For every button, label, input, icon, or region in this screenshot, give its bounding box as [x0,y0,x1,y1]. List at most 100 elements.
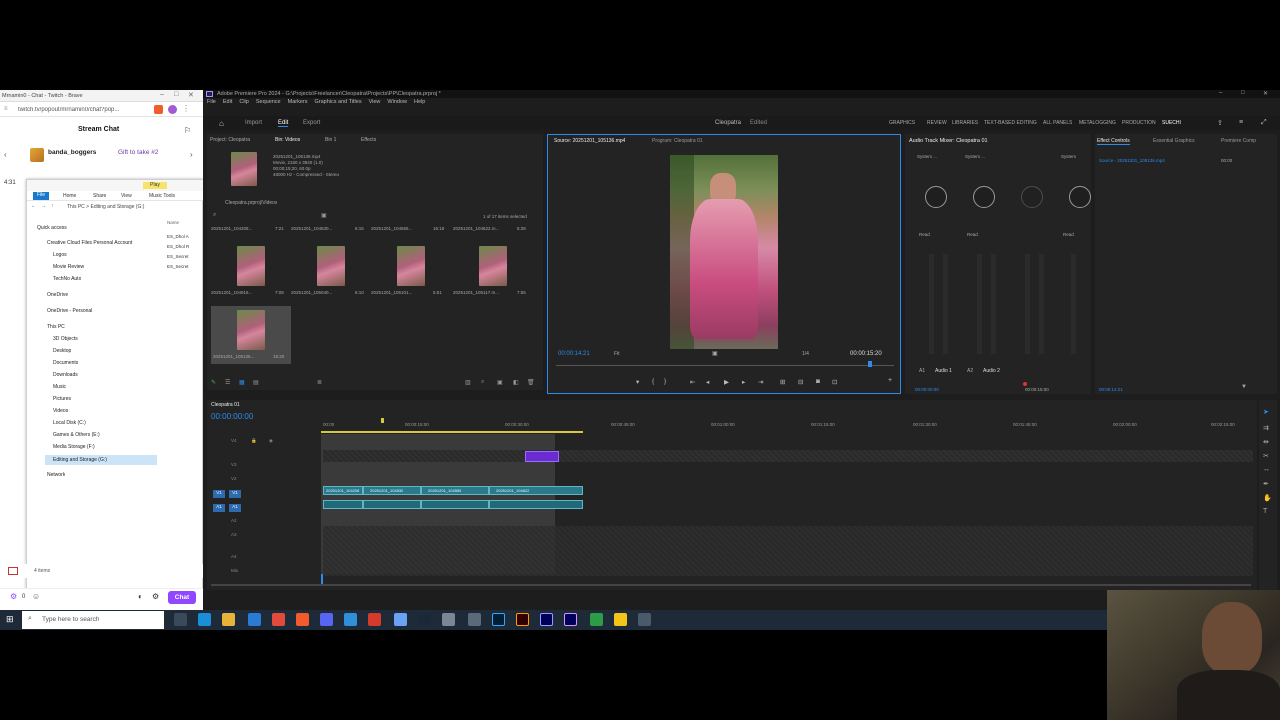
razor-tool-icon[interactable]: ✂ [1263,452,1269,460]
chevron-left-icon[interactable]: ‹ [4,150,7,159]
file-item[interactable]: ES_Dhol R [167,244,189,249]
go-to-in-icon[interactable]: ⇤ [690,378,695,386]
search-icon[interactable]: ⌕ [213,212,216,219]
maximize-icon[interactable]: □ [174,91,178,98]
start-icon[interactable]: ⊞ [6,614,14,625]
source-playhead[interactable] [868,361,872,367]
chat-send-button[interactable]: Chat [168,591,196,604]
mixer-channel[interactable]: System ... [917,154,937,159]
track-v3[interactable]: V3 [231,462,237,467]
play-tab[interactable]: Play [143,182,167,189]
bin-item-name[interactable]: 20251201_104622.m... [453,226,527,231]
nav-item[interactable]: Network [47,472,65,478]
track-a4[interactable]: A4 [231,554,237,559]
nav-item[interactable]: TechNo Auto [53,276,81,282]
type-tool-icon[interactable]: T [1263,508,1267,515]
menu-edit[interactable]: Edit [223,99,232,105]
nav-item[interactable]: 3D Objects [53,336,78,342]
add-marker-icon[interactable]: ▾ [636,378,639,386]
nav-item[interactable]: Pictures [53,396,71,402]
bin-item-name[interactable]: 20251201_105040... [291,290,351,295]
fullscreen-icon[interactable]: ⤢ [1261,119,1267,127]
workspace-text-editing[interactable]: TEXT-BASED EDITING [984,120,1037,126]
export-frame-icon[interactable]: ◙ [816,378,820,385]
menu-graphics[interactable]: Graphics and Titles [315,99,362,105]
bin-item-name[interactable]: 20251201_105117.m... [453,290,513,295]
app-icon[interactable] [394,613,407,626]
video-clip[interactable]: 20251201_104555 [421,486,489,495]
automate-icon[interactable]: ▥ [465,379,471,386]
menu-clip[interactable]: Clip [239,99,248,105]
tab-effect-controls[interactable]: Effect Controls [1097,138,1130,145]
nav-item[interactable]: Local Disk (C:) [53,420,86,426]
store-icon[interactable] [248,613,261,626]
bin-item-thumb[interactable] [237,246,265,286]
new-item-icon[interactable]: ◧ [513,379,519,386]
workspace-review[interactable]: REVIEW [927,120,947,126]
add-button-icon[interactable]: + [888,377,892,384]
timeline-timecode[interactable]: 00:00:00:00 [211,412,253,421]
forward-arrow-icon[interactable]: → [41,203,46,209]
chrome-icon[interactable] [272,613,285,626]
audio-clip[interactable] [323,500,363,509]
menu-window[interactable]: Window [387,99,407,105]
audio-clip[interactable] [489,500,583,509]
track-a1[interactable]: A1 [229,504,241,512]
minimize-icon[interactable]: – [160,91,164,98]
pan-knob[interactable] [925,186,947,208]
panel-menu-icon[interactable]: ≡ [1239,119,1243,126]
step-forward-icon[interactable]: ▸ [742,378,745,386]
emote-icon[interactable]: ☺ [32,592,40,601]
automation-mode[interactable]: Read [1063,232,1074,237]
bin-item-thumb[interactable] [317,246,345,286]
bin-item-name[interactable]: 20251201_104208... [211,226,285,231]
up-arrow-icon[interactable]: ↑ [51,203,54,209]
close-icon[interactable]: ✕ [1263,90,1268,97]
effect-source[interactable]: Source - 20251201_105136.mp4 [1099,158,1199,163]
home-icon[interactable]: ⌂ [219,119,224,128]
pan-knob[interactable] [1069,186,1091,208]
track-v4[interactable]: V4 [231,438,237,443]
tab-premiere-comp[interactable]: Premiere Comp [1221,138,1256,144]
bits-icon[interactable]: ⚙ [10,592,17,601]
users-icon[interactable]: ⚐ [184,126,191,135]
workspace-metalogging[interactable]: METALOGGING [1079,120,1116,126]
source-scrubber[interactable] [556,365,894,366]
menu-view[interactable]: View [369,99,381,105]
nav-item[interactable]: Desktop [53,348,71,354]
file-item[interactable]: ES_Secret [167,264,189,269]
work-area-bar[interactable] [321,431,583,433]
pan-knob[interactable] [973,186,995,208]
bin-item-name[interactable]: 20251201_105136... [213,354,265,359]
tab-import[interactable]: Import [245,120,262,126]
pencil-icon[interactable]: ✎ [211,379,216,386]
automation-mode[interactable]: Read [919,232,930,237]
mixer-channel[interactable]: System ... [965,154,985,159]
new-bin-footer-icon[interactable]: ▣ [497,379,503,386]
tab-file[interactable]: File [33,192,49,200]
nav-item[interactable]: Media Storage (F:) [53,444,95,450]
play-icon[interactable]: ▶ [724,378,729,386]
tab-share[interactable]: Share [93,193,106,199]
selection-tool-icon[interactable]: ➤ [1263,408,1269,416]
hand-tool-icon[interactable]: ✋ [1263,494,1272,502]
nav-item[interactable]: Games & Others (E:) [53,432,100,438]
track-v2[interactable]: V2 [231,476,237,481]
nav-quick-access[interactable]: Quick access [37,225,67,231]
purple-clip[interactable] [525,451,559,462]
pen-tool-icon[interactable]: ✒ [1263,480,1269,488]
app-icon[interactable] [638,613,651,626]
pan-knob[interactable] [1021,186,1043,208]
trash-icon[interactable]: 🗑 [527,379,535,386]
go-to-out-icon[interactable]: ⇥ [758,378,763,386]
app-icon[interactable] [468,613,481,626]
mark-in-icon[interactable]: { [652,378,654,385]
source-timecode[interactable]: 00:00:14:21 [558,351,590,357]
file-explorer-icon[interactable] [222,613,235,626]
tab-edit[interactable]: Edit [278,120,289,127]
task-view-icon[interactable] [174,613,187,626]
filter-icon[interactable]: ▼ [1241,384,1247,390]
tab-bin-1[interactable]: Bin 1 [325,137,336,143]
menu-file[interactable]: File [207,99,216,105]
menu-sequence[interactable]: Sequence [256,99,281,105]
